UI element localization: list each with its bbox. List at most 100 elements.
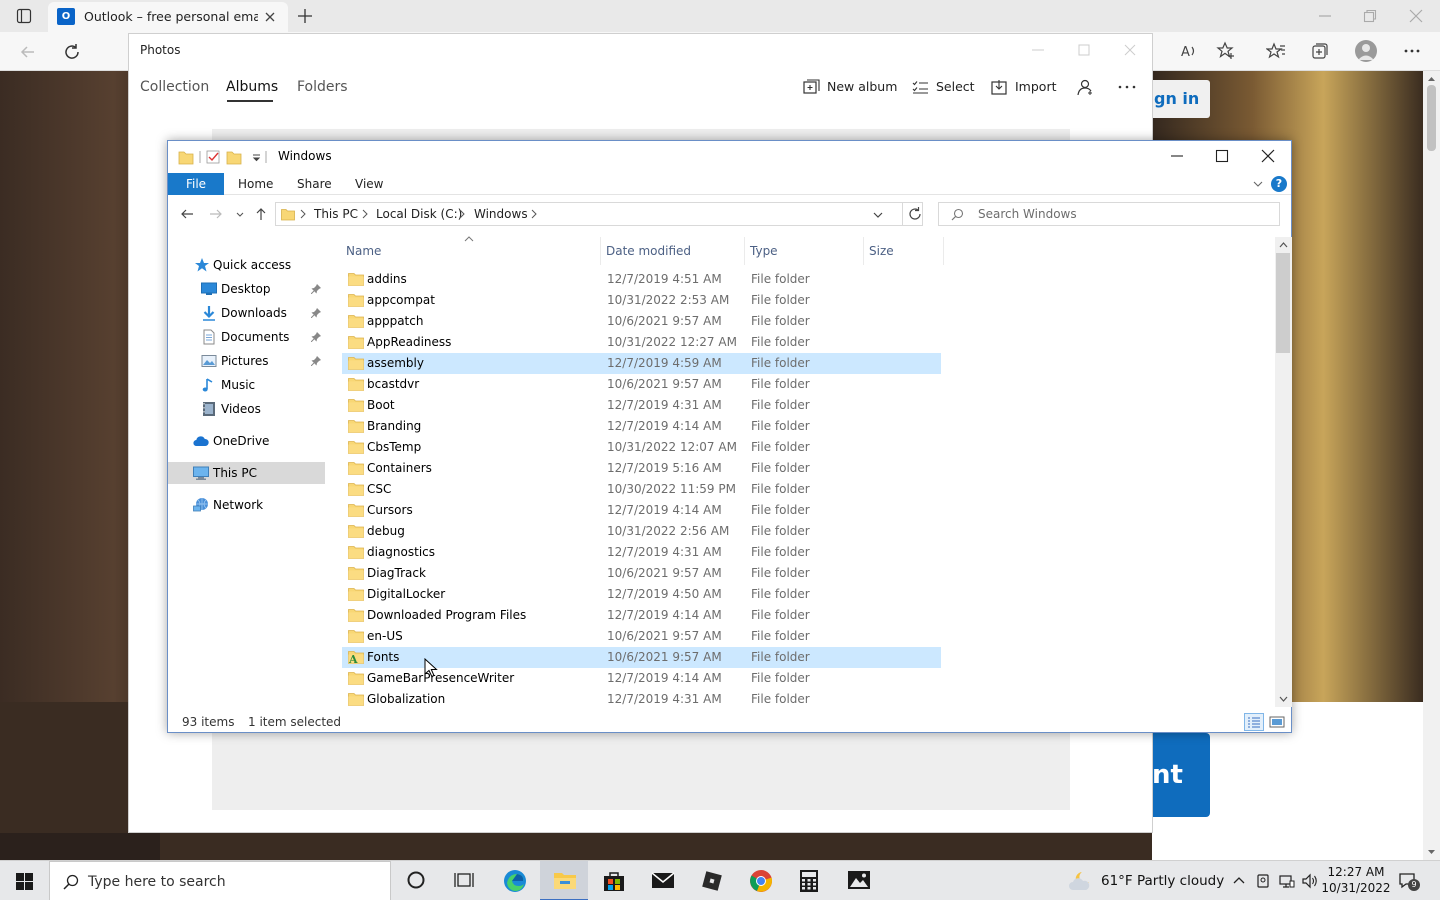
sidebar-item-onedrive[interactable]: OneDrive — [168, 430, 325, 452]
photos-nav-albums[interactable]: Albums — [226, 78, 278, 96]
sidebar-item-desktop[interactable]: Desktop — [168, 278, 325, 300]
sidebar-item-music[interactable]: Music — [168, 374, 325, 396]
help-icon[interactable]: ? — [1271, 176, 1287, 192]
photos-more-button[interactable] — [1117, 77, 1139, 97]
ribbon-tab-share[interactable]: Share — [297, 173, 332, 195]
taskbar-file-explorer[interactable] — [540, 861, 588, 900]
windows-start-icon[interactable] — [16, 873, 33, 890]
scroll-up-icon[interactable] — [1275, 239, 1292, 251]
taskbar-search-box[interactable]: Type here to search — [49, 861, 391, 900]
table-row[interactable]: Globalization 12/7/2019 4:31 AM File folde… — [342, 689, 941, 710]
breadcrumb-separator-icon[interactable] — [299, 208, 307, 220]
partly-cloudy-night-icon[interactable] — [1068, 869, 1094, 893]
table-row[interactable]: CSC 10/30/2022 11:59 PM File folder — [342, 479, 941, 500]
select-button[interactable]: Select — [912, 77, 975, 97]
explorer-minimize-icon[interactable] — [1170, 149, 1184, 163]
table-row[interactable]: appcompat 10/31/2022 2:53 AM File folder — [342, 290, 941, 311]
sidebar-item-pictures[interactable]: Pictures — [168, 350, 325, 372]
refresh-button[interactable] — [902, 202, 926, 226]
favorites-icon[interactable] — [1266, 41, 1286, 61]
web-sign-in-button[interactable]: gn in — [1152, 80, 1210, 118]
web-scrollbar-thumb[interactable] — [1427, 85, 1436, 151]
breadcrumb-separator-icon[interactable] — [458, 208, 466, 220]
new-tab-icon[interactable] — [296, 7, 314, 25]
explorer-close-icon[interactable] — [1261, 149, 1275, 163]
account-button[interactable] — [1077, 77, 1097, 97]
add-favorite-icon[interactable] — [1216, 41, 1236, 61]
browser-tab-outlook[interactable]: O Outlook – free personal email an — [48, 2, 288, 32]
table-row[interactable]: bcastdvr 10/6/2021 9:57 AM File folder — [342, 374, 941, 395]
ribbon-tab-file[interactable]: File — [168, 173, 224, 195]
sidebar-item-documents[interactable]: Documents — [168, 326, 325, 348]
up-arrow-icon[interactable] — [254, 207, 268, 221]
taskbar-calculator[interactable] — [785, 861, 833, 900]
breadcrumb-windows[interactable]: Windows — [474, 207, 528, 222]
taskbar-cortana[interactable] — [392, 861, 440, 900]
table-row[interactable]: CbsTemp 10/31/2022 12:07 AM File folder — [342, 437, 941, 458]
table-row[interactable]: DigitalLocker 12/7/2019 4:50 AM File folde… — [342, 584, 941, 605]
address-bar[interactable]: This PC Local Disk (C:) Windows — [275, 202, 923, 226]
recent-locations-icon[interactable] — [235, 207, 245, 221]
browser-back-icon[interactable] — [18, 42, 38, 62]
large-icons-view-icon[interactable] — [1268, 713, 1286, 731]
network-tray-icon[interactable] — [1279, 873, 1295, 889]
ribbon-tab-home[interactable]: Home — [238, 173, 273, 195]
ribbon-tab-view[interactable]: View — [355, 173, 383, 195]
sidebar-item-network[interactable]: Network — [168, 494, 325, 516]
web-create-account-button[interactable]: nt — [1152, 733, 1210, 817]
table-row[interactable]: assembly 12/7/2019 4:59 AM File folder — [342, 353, 941, 374]
table-row[interactable]: Boot 12/7/2019 4:31 AM File folder — [342, 395, 941, 416]
volume-icon[interactable] — [1302, 873, 1318, 889]
breadcrumb-separator-icon[interactable] — [361, 208, 369, 220]
table-row[interactable]: Containers 12/7/2019 5:16 AM File folder — [342, 458, 941, 479]
import-button[interactable]: Import — [991, 77, 1057, 97]
photos-maximize-icon[interactable] — [1078, 44, 1090, 56]
taskbar-edge[interactable] — [490, 861, 538, 900]
sidebar-item-videos[interactable]: Videos — [168, 398, 325, 420]
photos-minimize-icon[interactable] — [1032, 44, 1044, 56]
breadcrumb-this-pc[interactable]: This PC — [314, 207, 358, 222]
photos-close-icon[interactable] — [1124, 44, 1136, 56]
table-row[interactable]: Cursors 12/7/2019 4:14 AM File folder — [342, 500, 941, 521]
read-aloud-icon[interactable]: A — [1179, 41, 1199, 61]
table-row[interactable]: AppReadiness 10/31/2022 12:27 AM File fold… — [342, 332, 941, 353]
browser-refresh-icon[interactable] — [62, 42, 82, 62]
forward-arrow-icon[interactable] — [209, 207, 223, 221]
notifications-icon[interactable]: 9 — [1398, 871, 1420, 891]
table-row[interactable]: Branding 12/7/2019 4:14 AM File folder — [342, 416, 941, 437]
search-input[interactable]: Search Windows — [938, 202, 1280, 226]
meet-now-icon[interactable] — [1255, 873, 1271, 889]
browser-close-icon[interactable] — [1409, 9, 1423, 23]
details-view-icon[interactable] — [1244, 713, 1264, 731]
column-header-name[interactable]: Name — [341, 236, 601, 265]
tab-actions-icon[interactable] — [16, 8, 32, 24]
sidebar-item-downloads[interactable]: Downloads — [168, 302, 325, 324]
taskbar-photos[interactable] — [834, 861, 882, 900]
table-row[interactable]: en-US 10/6/2021 9:57 AM File folder — [342, 626, 941, 647]
new-album-button[interactable]: New album — [803, 77, 897, 97]
address-history-dropdown-icon[interactable] — [872, 209, 884, 221]
taskbar-microsoft-store[interactable] — [589, 861, 637, 900]
photos-nav-folders[interactable]: Folders — [297, 78, 348, 96]
back-arrow-icon[interactable] — [180, 207, 194, 221]
breadcrumb-local-disk[interactable]: Local Disk (C:) — [376, 207, 462, 222]
column-header-date-modified[interactable]: Date modified — [601, 237, 745, 265]
browser-menu-icon[interactable] — [1402, 41, 1422, 61]
browser-minimize-icon[interactable] — [1318, 9, 1332, 23]
expand-ribbon-icon[interactable] — [1252, 178, 1264, 190]
browser-restore-icon[interactable] — [1363, 9, 1377, 23]
sidebar-item-this-pc[interactable]: This PC — [168, 462, 325, 484]
sidebar-item-quick-access[interactable]: Quick access — [168, 254, 325, 276]
table-row[interactable]: addins 12/7/2019 4:51 AM File folder — [342, 269, 941, 290]
taskbar-chrome[interactable] — [736, 861, 784, 900]
column-header-type[interactable]: Type — [745, 237, 864, 265]
table-row[interactable]: debug 10/31/2022 2:56 AM File folder — [342, 521, 941, 542]
table-row[interactable]: apppatch 10/6/2021 9:57 AM File folder — [342, 311, 941, 332]
scrollbar-thumb[interactable] — [1276, 253, 1290, 353]
taskbar-roblox[interactable] — [687, 861, 735, 900]
table-row[interactable]: diagnostics 12/7/2019 4:31 AM File folder — [342, 542, 941, 563]
explorer-maximize-icon[interactable] — [1215, 149, 1229, 163]
collections-icon[interactable] — [1310, 41, 1330, 61]
breadcrumb-separator-icon[interactable] — [530, 208, 538, 220]
tab-close-icon[interactable] — [264, 11, 276, 23]
